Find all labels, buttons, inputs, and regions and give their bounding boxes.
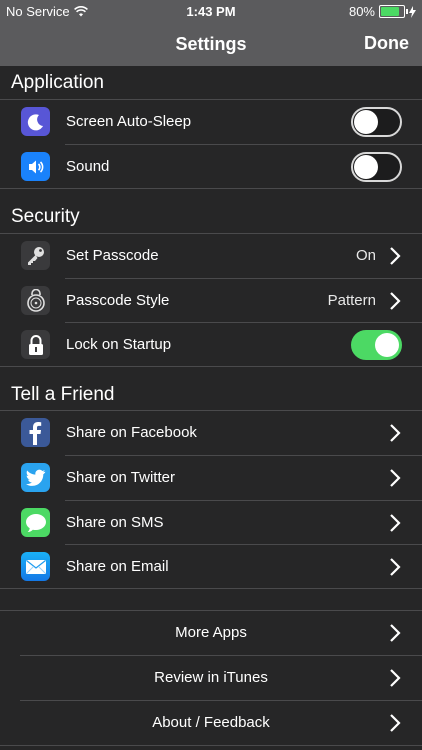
row-value: On: [355, 247, 376, 264]
section-header-tell-a-friend: Tell a Friend: [11, 384, 115, 405]
chevron-right-icon: [390, 669, 401, 687]
row-label: Share on Twitter: [66, 469, 175, 486]
chevron-right-icon: [390, 558, 401, 576]
twitter-icon: [21, 463, 50, 492]
dial-lock-icon: [21, 286, 50, 315]
page-title: Settings: [175, 34, 247, 54]
mail-icon: [21, 552, 50, 581]
row-label: Screen Auto-Sleep: [66, 113, 192, 130]
chevron-right-icon: [390, 469, 401, 487]
row-label: Share on Email: [66, 558, 169, 575]
speaker-icon: [21, 152, 50, 181]
chevron-right-icon: [390, 624, 401, 642]
row-passcode-style[interactable]: Passcode Style Pattern: [0, 279, 422, 323]
chevron-right-icon: [390, 514, 401, 532]
status-bar: No Service 1:43 PM 80%: [0, 0, 422, 22]
row-about-feedback[interactable]: About / Feedback: [0, 701, 422, 745]
row-share-twitter[interactable]: Share on Twitter: [0, 456, 422, 500]
screen-auto-sleep-toggle[interactable]: [351, 107, 402, 137]
battery-icon: [379, 5, 408, 18]
section-header-application: Application: [11, 72, 104, 93]
row-label: Share on Facebook: [66, 424, 197, 441]
chevron-right-icon: [390, 292, 401, 310]
row-label: Share on SMS: [66, 514, 164, 531]
row-set-passcode[interactable]: Set Passcode On: [0, 234, 422, 278]
row-more-apps[interactable]: More Apps: [0, 611, 422, 655]
done-button[interactable]: Done: [364, 33, 409, 54]
row-label: Set Passcode: [66, 247, 159, 264]
chevron-right-icon: [390, 247, 401, 265]
row-label: About / Feedback: [152, 714, 270, 731]
row-label: Passcode Style: [66, 292, 170, 309]
row-label: More Apps: [175, 624, 247, 641]
row-screen-auto-sleep[interactable]: Screen Auto-Sleep: [0, 100, 422, 144]
row-review-itunes[interactable]: Review in iTunes: [0, 656, 422, 700]
facebook-icon: [21, 418, 50, 447]
navigation-bar: Settings Done: [0, 22, 422, 66]
row-share-facebook[interactable]: Share on Facebook: [0, 411, 422, 455]
row-label: Lock on Startup: [66, 336, 172, 353]
charging-bolt-icon: [409, 5, 416, 18]
key-icon: [21, 241, 50, 270]
row-share-email[interactable]: Share on Email: [0, 545, 422, 589]
chevron-right-icon: [390, 714, 401, 732]
sound-toggle[interactable]: [351, 152, 402, 182]
message-icon: [21, 508, 50, 537]
row-sound[interactable]: Sound: [0, 145, 422, 189]
battery-percent: 80%: [348, 4, 375, 19]
padlock-icon: [21, 330, 50, 359]
lock-on-startup-toggle[interactable]: [351, 330, 402, 360]
chevron-right-icon: [390, 424, 401, 442]
status-right: 80%: [349, 4, 416, 19]
row-lock-on-startup[interactable]: Lock on Startup: [0, 323, 422, 367]
row-label: Review in iTunes: [154, 669, 268, 686]
section-header-security: Security: [11, 206, 80, 227]
battery-fill: [381, 7, 399, 16]
row-value: Pattern: [327, 292, 376, 309]
moon-icon: [21, 107, 50, 136]
row-share-sms[interactable]: Share on SMS: [0, 501, 422, 545]
row-label: Sound: [66, 158, 110, 175]
